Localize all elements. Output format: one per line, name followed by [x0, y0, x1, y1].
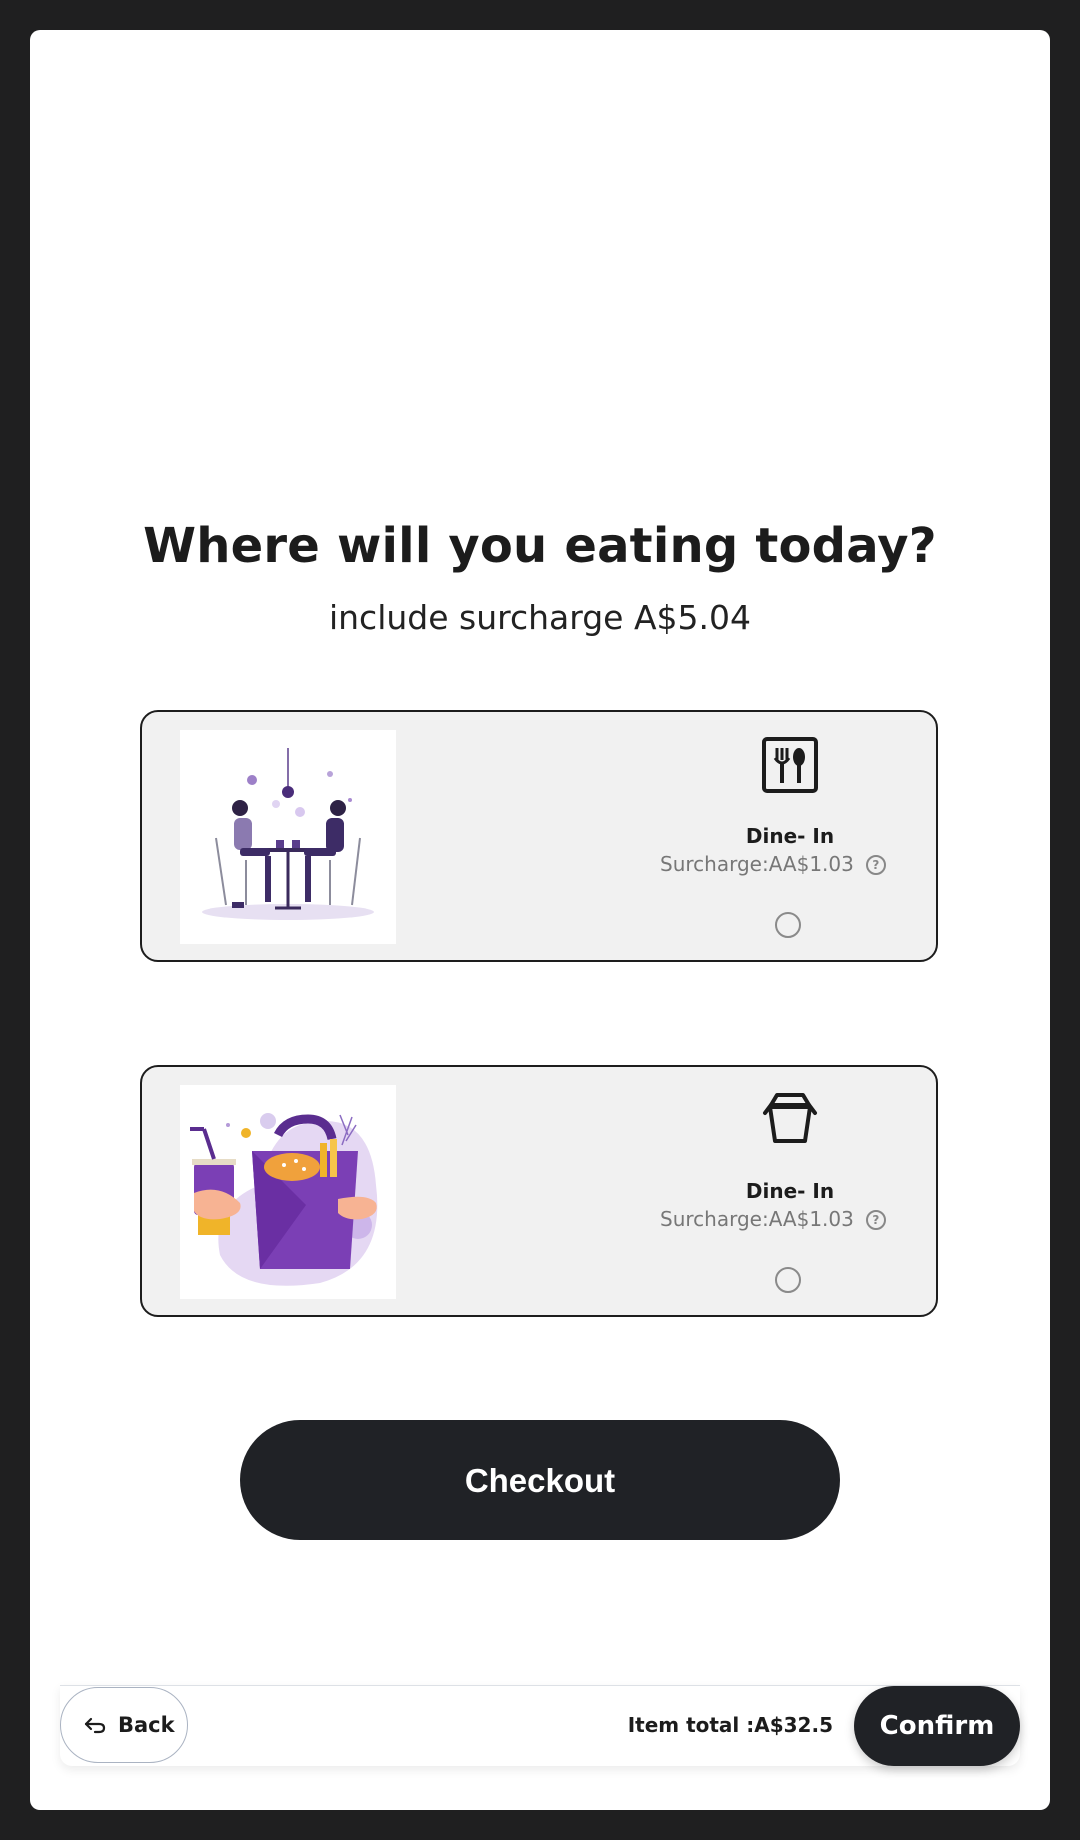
- confirm-button[interactable]: Confirm: [854, 1686, 1020, 1766]
- dine-in-illustration: [180, 730, 396, 944]
- cutlery-icon: [761, 736, 819, 794]
- option-radio[interactable]: [775, 912, 801, 938]
- option-label: Dine- In: [745, 1179, 835, 1203]
- takeaway-illustration: [180, 1085, 396, 1299]
- option-radio[interactable]: [775, 1267, 801, 1293]
- option-card-dine-in[interactable]: Dine- In Surcharge:AA$1.03?: [140, 710, 938, 962]
- surcharge-subtitle: include surcharge A$5.04: [328, 598, 752, 637]
- option-surcharge: Surcharge:AA$1.03?: [660, 1207, 886, 1231]
- screen: Where will you eating today? include sur…: [30, 30, 1050, 1810]
- help-icon[interactable]: ?: [865, 855, 886, 875]
- takeaway-box-icon: [761, 1091, 819, 1149]
- item-total: Item total :A$32.5: [627, 1713, 833, 1737]
- back-label: Back: [118, 1713, 175, 1737]
- back-button[interactable]: Back: [60, 1687, 188, 1763]
- help-icon[interactable]: ?: [865, 1210, 886, 1230]
- back-arrow-icon: [83, 1713, 107, 1737]
- page-title: Where will you eating today?: [143, 518, 937, 574]
- option-label: Dine- In: [745, 824, 835, 848]
- checkout-button[interactable]: Checkout: [240, 1420, 840, 1540]
- option-card-takeaway[interactable]: Dine- In Surcharge:AA$1.03?: [140, 1065, 938, 1317]
- option-surcharge: Surcharge:AA$1.03?: [660, 852, 886, 876]
